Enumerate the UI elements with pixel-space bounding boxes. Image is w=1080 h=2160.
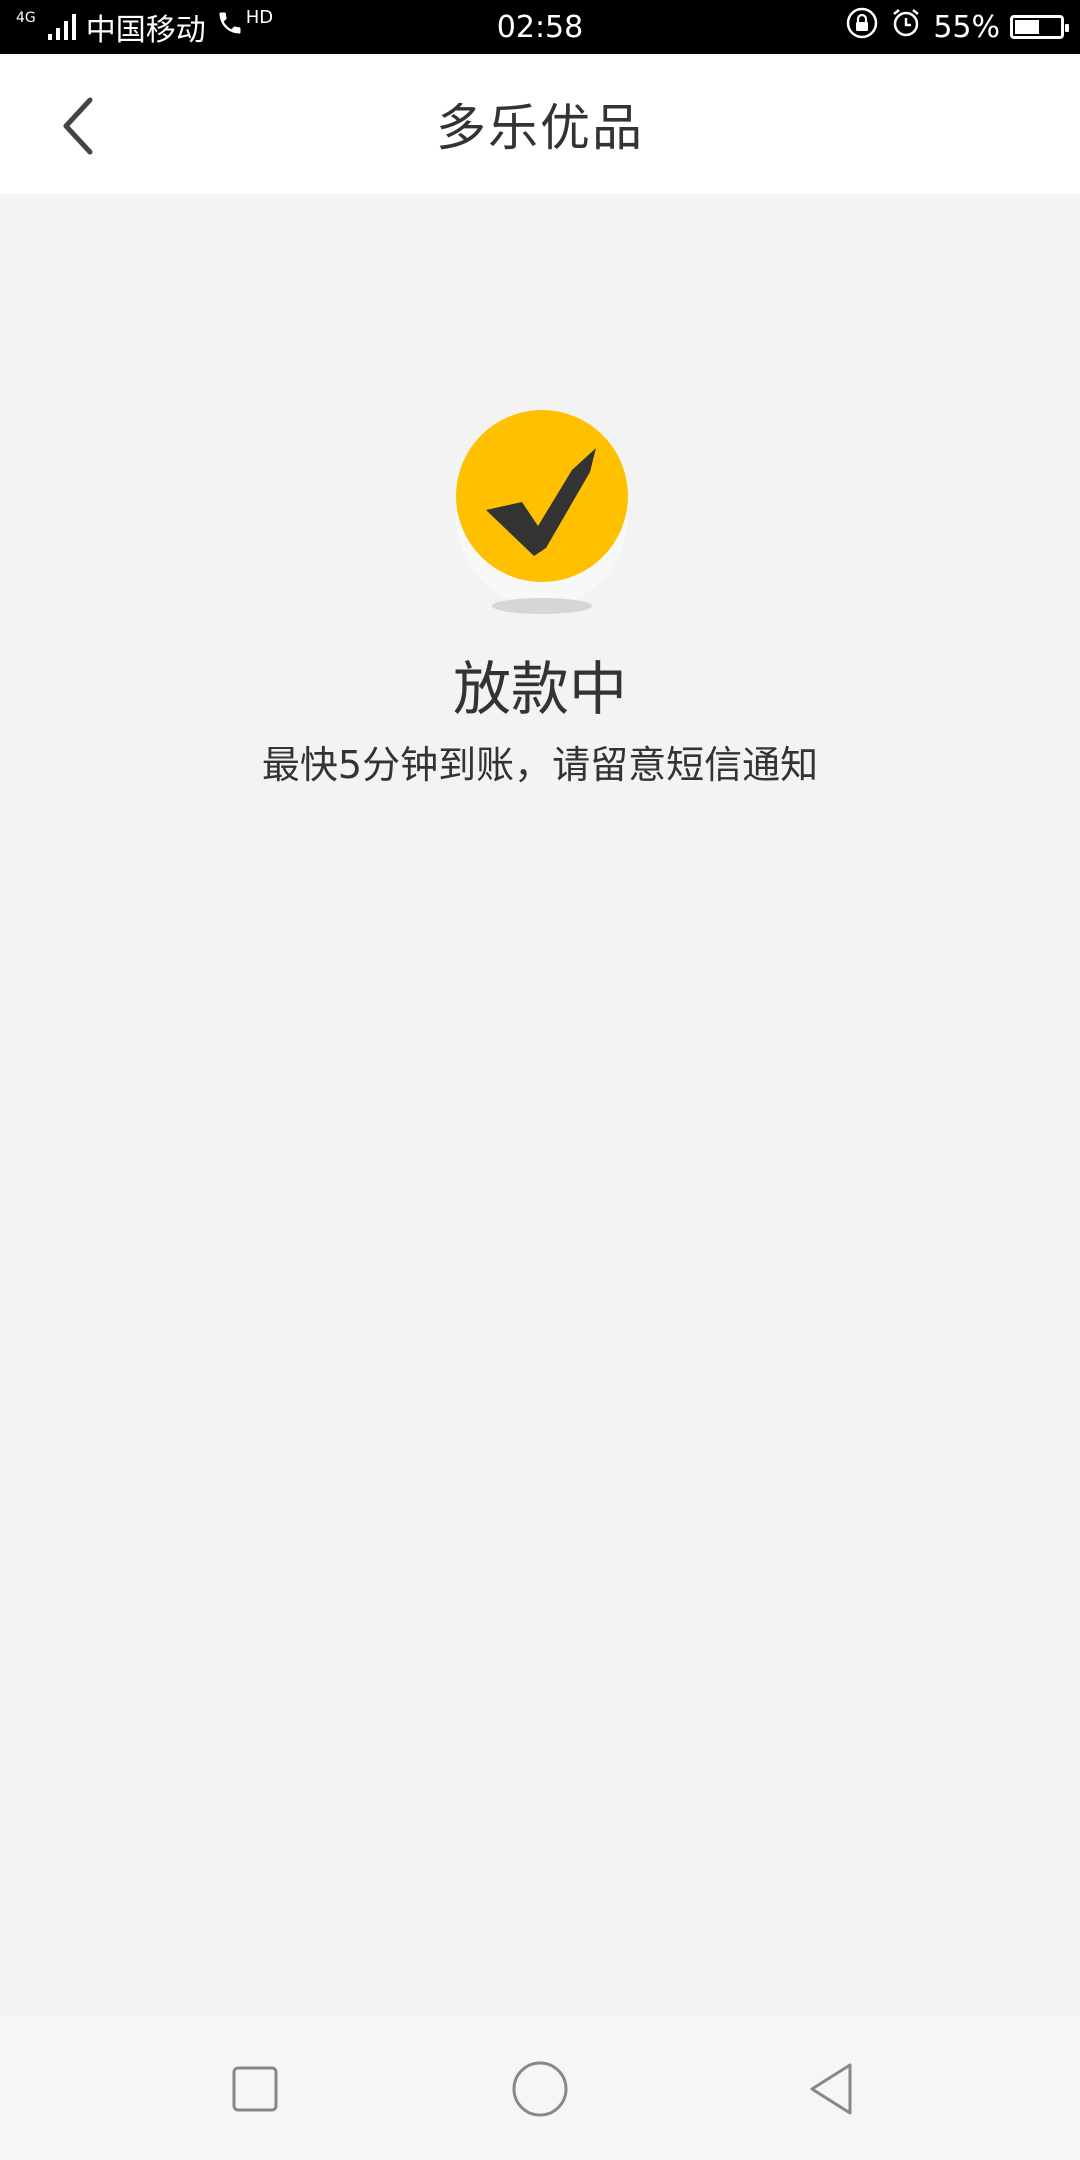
rotation-lock-icon <box>845 6 879 48</box>
battery-icon <box>1010 15 1069 39</box>
status-title: 放款中 <box>452 655 627 723</box>
home-button[interactable] <box>505 2054 575 2124</box>
status-right: 55% <box>845 6 1069 48</box>
nav-bar: 多乐优品 <box>0 54 1080 194</box>
main-content: 放款中 最快5分钟到账，请留意短信通知 <box>0 194 1080 2016</box>
battery-fill <box>1015 20 1040 34</box>
phone-icon <box>216 9 244 45</box>
triangle-left-icon <box>810 2063 852 2115</box>
hd-badge: HD <box>245 7 274 28</box>
chevron-left-icon <box>63 97 93 155</box>
square-icon <box>232 2066 278 2112</box>
status-left: 4G 中国移动 HD <box>16 5 275 49</box>
check-circle-icon <box>454 408 630 618</box>
back-button[interactable] <box>48 96 108 156</box>
page-title: 多乐优品 <box>436 99 644 157</box>
circle-icon <box>512 2061 568 2117</box>
system-back-button[interactable] <box>795 2054 865 2124</box>
battery-percent: 55% <box>933 9 1000 45</box>
system-nav-bar <box>0 2016 1080 2160</box>
recent-apps-button[interactable] <box>220 2054 290 2124</box>
alarm-icon <box>889 6 923 48</box>
carrier-name: 中国移动 <box>85 13 206 48</box>
signal-icon <box>47 14 76 40</box>
status-description: 最快5分钟到账，请留意短信通知 <box>261 743 819 787</box>
status-bar: 4G 中国移动 HD 02:58 55% <box>0 0 1080 54</box>
network-type: 4G <box>16 10 36 26</box>
